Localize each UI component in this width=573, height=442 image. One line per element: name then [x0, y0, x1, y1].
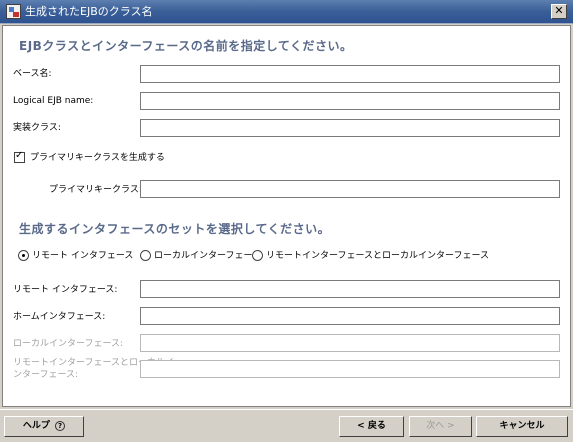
- radio-remote[interactable]: [18, 250, 29, 261]
- local-home-interface-input: [140, 360, 560, 378]
- radio-both-label: リモートインターフェースとローカルインターフェース: [266, 251, 490, 261]
- wizard-window: 生成されたEJBのクラス名 ✕ EJBクラスとインターフェースの名前を指定してく…: [0, 0, 573, 442]
- home-interface-label: ホームインタフェース:: [13, 312, 106, 322]
- title-bar: 生成されたEJBのクラス名 ✕: [0, 0, 573, 24]
- home-interface-input[interactable]: [140, 307, 560, 325]
- content-panel: EJBクラスとインターフェースの名前を指定してください。 ベース名: Logic…: [2, 25, 571, 407]
- pk-class-label: プライマリキークラス:: [49, 185, 142, 195]
- remote-interface-label: リモート インタフェース:: [13, 285, 118, 295]
- pk-class-input[interactable]: [140, 180, 560, 198]
- help-button[interactable]: ヘルプ ?: [4, 416, 84, 437]
- section1-heading: EJBクラスとインターフェースの名前を指定してください。: [19, 39, 353, 53]
- impl-class-input[interactable]: [140, 119, 560, 137]
- base-name-input[interactable]: [140, 65, 560, 83]
- close-button[interactable]: ✕: [551, 4, 567, 19]
- section2-heading: 生成するインタフェースのセットを選択してください。: [19, 222, 331, 236]
- help-icon: ?: [55, 420, 66, 431]
- next-button: 次へ >: [409, 416, 472, 437]
- radio-local[interactable]: [140, 250, 151, 261]
- local-home-label-2: ンターフェース:: [13, 370, 79, 380]
- back-button[interactable]: < 戻る: [339, 416, 404, 437]
- base-name-label: ベース名:: [13, 69, 52, 79]
- logical-name-label: Logical EJB name:: [13, 96, 94, 106]
- pk-checkbox[interactable]: [14, 150, 25, 163]
- local-interface-input: [140, 334, 560, 352]
- radio-remote-label: リモート インタフェース: [32, 251, 134, 261]
- cancel-button[interactable]: キャンセル: [476, 416, 568, 437]
- impl-class-label: 実装クラス:: [13, 123, 61, 133]
- local-interface-label: ローカルインターフェース:: [13, 339, 124, 349]
- button-bar: ヘルプ ? < 戻る 次へ > キャンセル: [0, 409, 573, 442]
- remote-interface-input[interactable]: [140, 280, 560, 298]
- radio-both[interactable]: [252, 250, 263, 261]
- help-label: ヘルプ: [22, 421, 50, 431]
- app-icon: [6, 4, 21, 19]
- radio-local-label: ローカルインターフェース: [154, 251, 262, 261]
- logical-name-input[interactable]: [140, 92, 560, 110]
- pk-checkbox-label: プライマリキークラスを生成する: [30, 153, 165, 163]
- window-title: 生成されたEJBのクラス名: [25, 5, 153, 18]
